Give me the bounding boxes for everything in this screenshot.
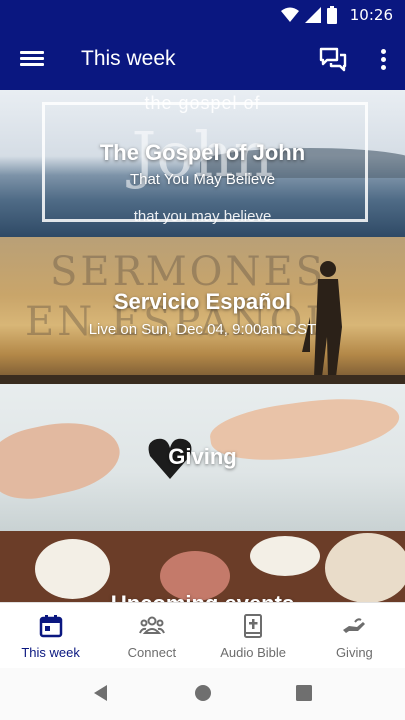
image-text-bottom: that you may believe — [133, 208, 272, 225]
nav-this-week[interactable]: This week — [0, 603, 101, 668]
card-title: Giving — [168, 444, 237, 469]
card-title: Upcoming events — [0, 591, 405, 602]
more-options-icon[interactable] — [379, 49, 387, 71]
status-bar: 10:26 — [0, 0, 405, 30]
nav-label: Giving — [335, 645, 373, 660]
card-upcoming-events[interactable]: Upcoming events — [0, 531, 405, 602]
hamburger-menu-icon[interactable] — [20, 48, 44, 72]
nav-label: Audio Bible — [220, 645, 287, 660]
system-navigation-bar — [0, 668, 405, 720]
plate-image — [35, 539, 110, 599]
status-time: 10:26 — [349, 6, 393, 24]
bottom-navigation: This week Connect Audio Bible Giving — [0, 602, 405, 668]
card-subtitle: That You May Believe — [129, 171, 276, 188]
card-giving[interactable]: Giving — [0, 384, 405, 531]
signal-icon — [305, 7, 321, 23]
card-title: Servicio Español — [113, 289, 292, 314]
nav-label: Connect — [127, 645, 177, 660]
back-icon[interactable] — [92, 684, 108, 702]
app-bar: This week — [0, 30, 405, 90]
image-text-top: the gospel of — [144, 93, 261, 113]
card-title: The Gospel of John — [99, 140, 306, 165]
nav-audio-bible[interactable]: Audio Bible — [203, 603, 304, 668]
wifi-icon — [281, 7, 299, 22]
card-gospel-of-john[interactable]: the gospel of John that you may believe … — [0, 90, 405, 237]
feed-list: the gospel of John that you may believe … — [0, 90, 405, 602]
silhouette-image — [302, 261, 342, 377]
nav-connect[interactable]: Connect — [101, 603, 202, 668]
chat-icon[interactable] — [319, 47, 347, 73]
nav-giving[interactable]: Giving — [304, 603, 405, 668]
plate-image — [250, 536, 320, 576]
bible-icon — [244, 614, 263, 638]
page-title: This week — [81, 47, 176, 70]
recents-icon[interactable] — [295, 684, 313, 702]
rocks-shape — [0, 375, 405, 384]
card-subtitle: Live on Sun, Dec 04, 9:00am CST — [88, 321, 317, 338]
status-icons — [281, 6, 337, 24]
battery-icon — [327, 6, 337, 24]
calendar-icon — [39, 615, 62, 638]
giving-hand-icon — [343, 618, 366, 633]
nav-label: This week — [21, 645, 80, 660]
card-servicio-espanol[interactable]: SERMONES EN ESPAÑOL Servicio Español Liv… — [0, 237, 405, 384]
home-icon[interactable] — [194, 684, 212, 702]
people-icon — [138, 616, 165, 634]
